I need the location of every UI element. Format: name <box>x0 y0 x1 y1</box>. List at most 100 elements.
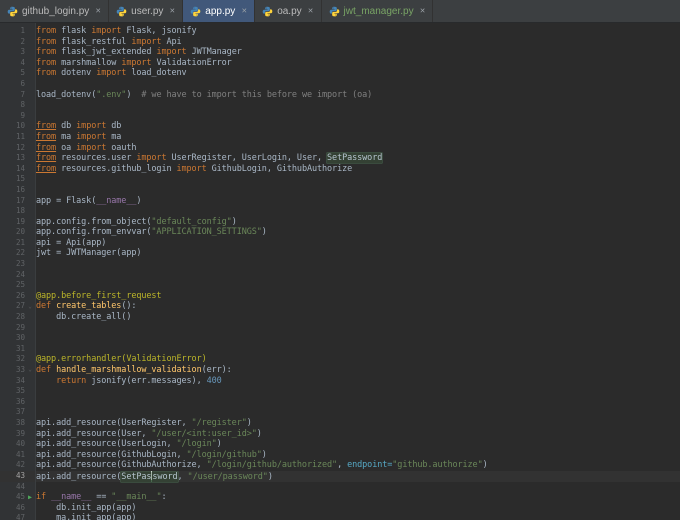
code-line[interactable]: from dotenv import load_dotenv <box>36 68 680 79</box>
code-token: ".env" <box>96 89 127 100</box>
code-line[interactable]: load_dotenv(".env") # we have to import … <box>36 90 680 101</box>
code-line[interactable]: app.config.from_object("default_config") <box>36 217 680 228</box>
line-number: 27 <box>15 301 25 311</box>
gutter-row: 4 <box>0 58 35 69</box>
tab-user-py[interactable]: user.py ✕ <box>109 0 184 22</box>
code-line[interactable]: from flask_restful import Api <box>36 37 680 48</box>
code-line[interactable] <box>36 100 680 111</box>
line-number: 46 <box>15 502 25 512</box>
code-line[interactable]: api.add_resource(GithubAuthorize, "/logi… <box>36 460 680 471</box>
tab-jwt-manager-py[interactable]: jwt_manager.py ✕ <box>322 0 434 22</box>
code-token: ma <box>56 131 77 142</box>
close-icon[interactable]: ✕ <box>420 8 426 15</box>
code-line[interactable] <box>36 280 680 291</box>
line-number: 40 <box>15 439 25 449</box>
gutter-row: 13 <box>0 153 35 164</box>
code-line[interactable]: def handle_marshmallow_validation(err): <box>36 365 680 376</box>
code-line[interactable]: from flask_jwt_extended import JWTManage… <box>36 47 680 58</box>
code-token: load_dotenv( <box>36 89 97 100</box>
code-token: marshmallow <box>56 57 122 68</box>
code-line[interactable]: from ma import ma <box>36 132 680 143</box>
code-line[interactable]: if __name__ == "__main__": <box>36 492 680 503</box>
close-icon[interactable]: ✕ <box>95 8 101 15</box>
code-line[interactable]: db.create_all() <box>36 312 680 323</box>
code-line[interactable] <box>36 111 680 122</box>
code-token: , <box>337 460 348 471</box>
tab-label: user.py <box>131 5 164 17</box>
code-line[interactable]: def create_tables(): <box>36 301 680 312</box>
tab-app-py[interactable]: app.py ✕ <box>183 0 256 22</box>
gutter-row: 38 <box>0 418 35 429</box>
code-token: db <box>106 121 122 132</box>
code-line[interactable]: api.add_resource(SetPassword, "/user/pas… <box>36 470 680 482</box>
gutter-row: 36 <box>0 397 35 408</box>
fold-icon[interactable]: ⌄ <box>25 303 35 310</box>
code-line[interactable] <box>36 79 680 90</box>
code-line[interactable]: from flask import Flask, jsonify <box>36 26 680 37</box>
code-token: def <box>36 365 57 375</box>
code-editor[interactable]: 1 2 3 4 5 6 7 8 9 10 11 12 13 14 15 16 17 18 19 20 21 22 23 24 2… <box>0 23 680 520</box>
line-number: 15 <box>15 174 25 184</box>
code-line[interactable] <box>36 344 680 355</box>
code-line[interactable]: from resources.github_login import Githu… <box>36 164 680 175</box>
gutter-row: 30 <box>0 333 35 344</box>
code-token: db.init_app(app) <box>36 502 137 513</box>
line-number: 31 <box>15 343 25 353</box>
python-file-icon <box>116 6 127 16</box>
code-token: from <box>36 153 57 164</box>
code-token: SetPas <box>121 471 152 482</box>
gutter-row: 2 <box>0 37 35 48</box>
code-line[interactable] <box>36 270 680 281</box>
fold-icon[interactable]: ⌄ <box>25 367 35 373</box>
code-line[interactable]: app = Flask(__name__) <box>36 196 680 207</box>
code-line[interactable]: api.add_resource(UserRegister, "/registe… <box>36 418 680 429</box>
code-line[interactable]: api.add_resource(User, "/user/<int:user_… <box>36 429 680 440</box>
line-number: 6 <box>20 78 25 88</box>
code-token: from <box>36 142 57 153</box>
code-token: import <box>156 47 187 58</box>
gutter-row: 31 <box>0 344 35 355</box>
code-token: "/user/password" <box>187 471 268 482</box>
code-token: (): <box>121 301 137 312</box>
code-line[interactable] <box>36 206 680 217</box>
code-line[interactable]: from marshmallow import ValidationError <box>36 58 680 69</box>
line-number: 14 <box>15 163 25 173</box>
code-line[interactable] <box>36 259 680 270</box>
code-line[interactable] <box>36 174 680 185</box>
gutter-row: 42 <box>0 460 35 471</box>
code-token: ) <box>267 471 273 482</box>
code-line[interactable] <box>36 185 680 196</box>
gutter: 1 2 3 4 5 6 7 8 9 10 11 12 13 14 15 16 17 18 19 20 21 22 23 24 2… <box>0 23 36 520</box>
code-line[interactable]: ma.init_app(app) <box>36 513 680 520</box>
code-line[interactable]: from oa import oauth <box>36 143 680 154</box>
tab-oa-py[interactable]: oa.py ✕ <box>255 0 322 22</box>
code-token: , <box>177 471 188 482</box>
code-line[interactable]: api.add_resource(UserLogin, "/login") <box>36 439 680 450</box>
code-line[interactable] <box>36 333 680 344</box>
code-line[interactable]: jwt = JWTManager(app) <box>36 248 680 259</box>
python-file-icon <box>329 6 339 16</box>
code-line[interactable]: from db import db <box>36 121 680 132</box>
close-icon[interactable]: ✕ <box>308 8 314 15</box>
close-icon[interactable]: ✕ <box>169 8 175 15</box>
tab-github-login-py[interactable]: github_login.py ✕ <box>0 0 110 22</box>
code-line[interactable]: return jsonify(err.messages), 400 <box>36 376 680 387</box>
close-icon[interactable]: ✕ <box>241 8 247 15</box>
code-area[interactable]: from flask import Flask, jsonify from fla… <box>36 23 680 520</box>
code-line[interactable] <box>36 482 680 493</box>
code-line[interactable] <box>36 323 680 334</box>
code-line[interactable]: api.add_resource(GithubLogin, "/login/gi… <box>36 450 680 461</box>
code-line[interactable]: app.config.from_envvar("APPLICATION_SETT… <box>36 227 680 238</box>
code-line[interactable] <box>36 397 680 408</box>
code-line[interactable] <box>36 386 680 397</box>
code-token: oa <box>56 142 77 153</box>
code-line[interactable]: from resources.user import UserRegister,… <box>36 153 680 164</box>
python-file-icon <box>262 6 273 16</box>
code-line[interactable] <box>36 407 680 418</box>
run-icon[interactable]: ▶ <box>25 494 35 501</box>
code-line[interactable]: @app.errorhandler(ValidationError) <box>36 354 680 365</box>
code-token: jwt = JWTManager(app) <box>36 248 142 259</box>
code-line[interactable]: api = Api(app) <box>36 238 680 249</box>
code-line[interactable]: @app.before_first_request <box>36 291 680 302</box>
code-line[interactable]: db.init_app(app) <box>36 503 680 514</box>
